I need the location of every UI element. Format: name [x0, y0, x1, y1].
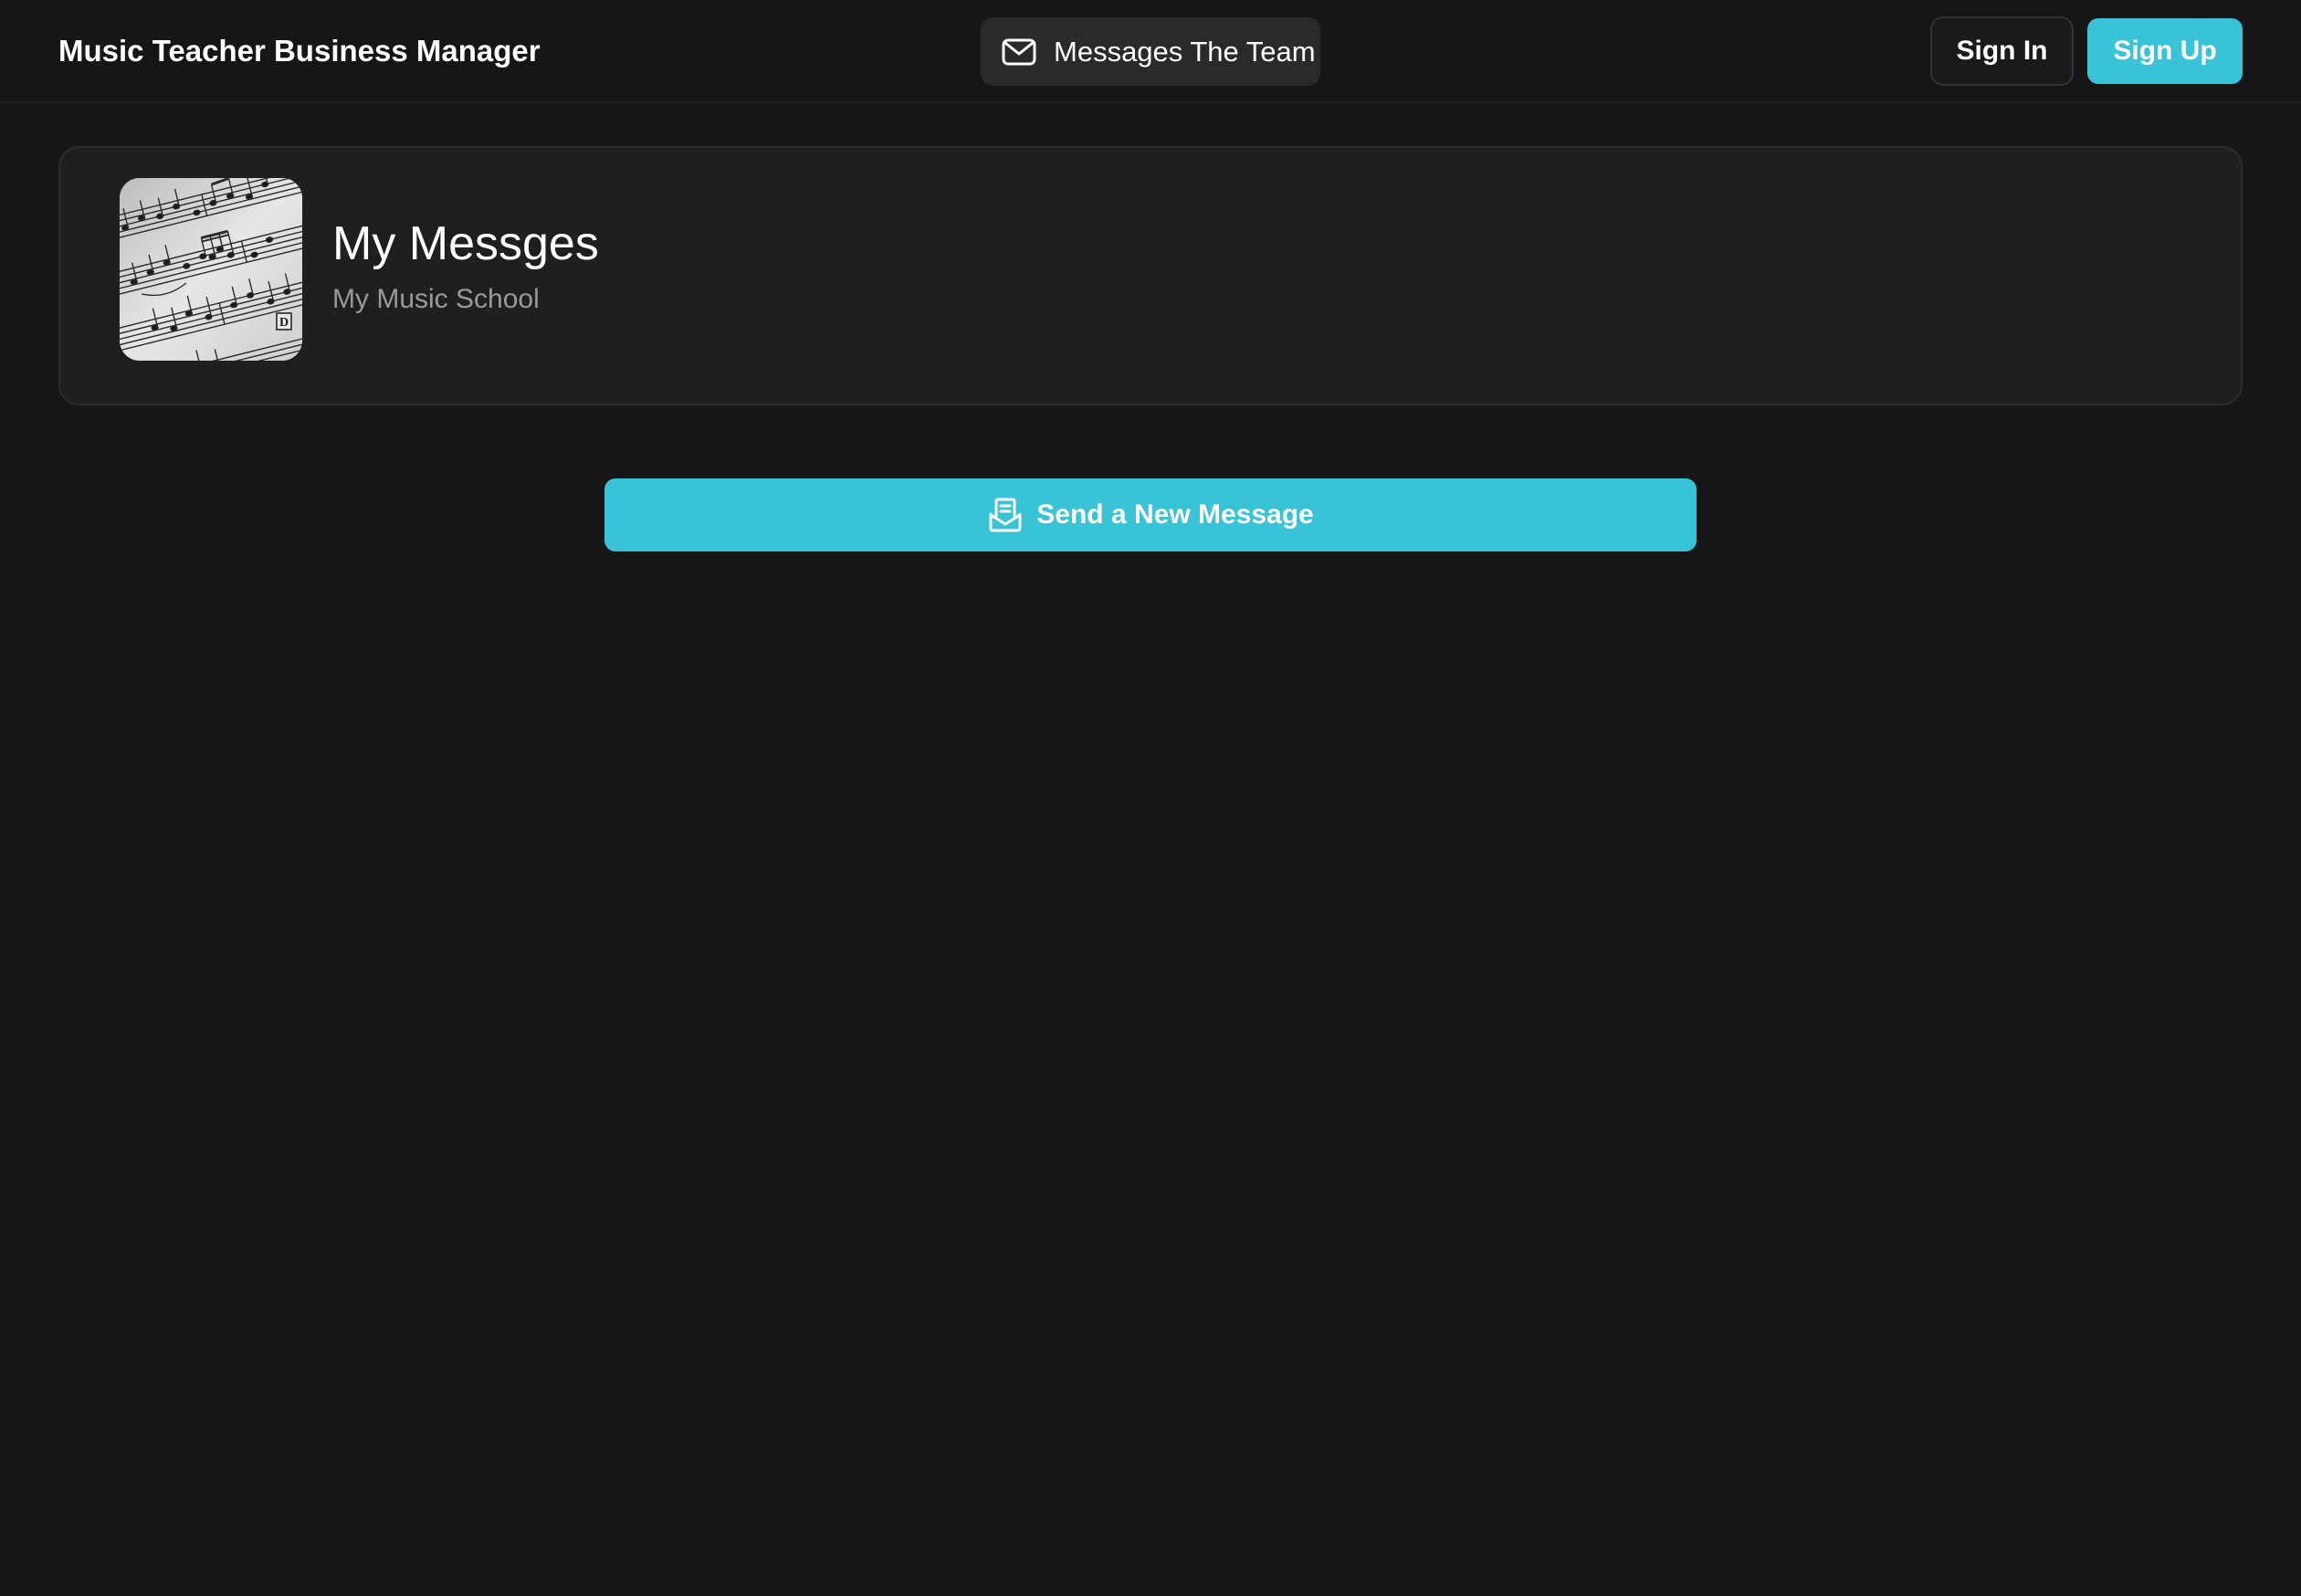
- sign-in-button[interactable]: Sign In: [1930, 16, 2074, 86]
- inbox-message-icon: [987, 497, 1024, 533]
- send-new-message-button[interactable]: Send a New Message: [604, 478, 1697, 551]
- app-title[interactable]: Music Teacher Business Manager: [58, 32, 541, 70]
- page-subtitle: My Music School: [332, 284, 540, 314]
- sign-up-button[interactable]: Sign Up: [2087, 18, 2243, 84]
- svg-text:D: D: [279, 316, 289, 330]
- top-navigation-bar: Music Teacher Business Manager Messages …: [0, 0, 2301, 103]
- messages-header-card: D My Messges My Music School: [58, 146, 2243, 405]
- sheet-music-image: D: [120, 178, 302, 361]
- envelope-icon: [1001, 34, 1037, 70]
- messages-the-team-label: Messages The Team: [1054, 35, 1316, 68]
- messages-the-team-button[interactable]: Messages The Team: [981, 17, 1320, 86]
- page-title: My Messges: [332, 217, 599, 270]
- send-new-message-label: Send a New Message: [1036, 499, 1314, 530]
